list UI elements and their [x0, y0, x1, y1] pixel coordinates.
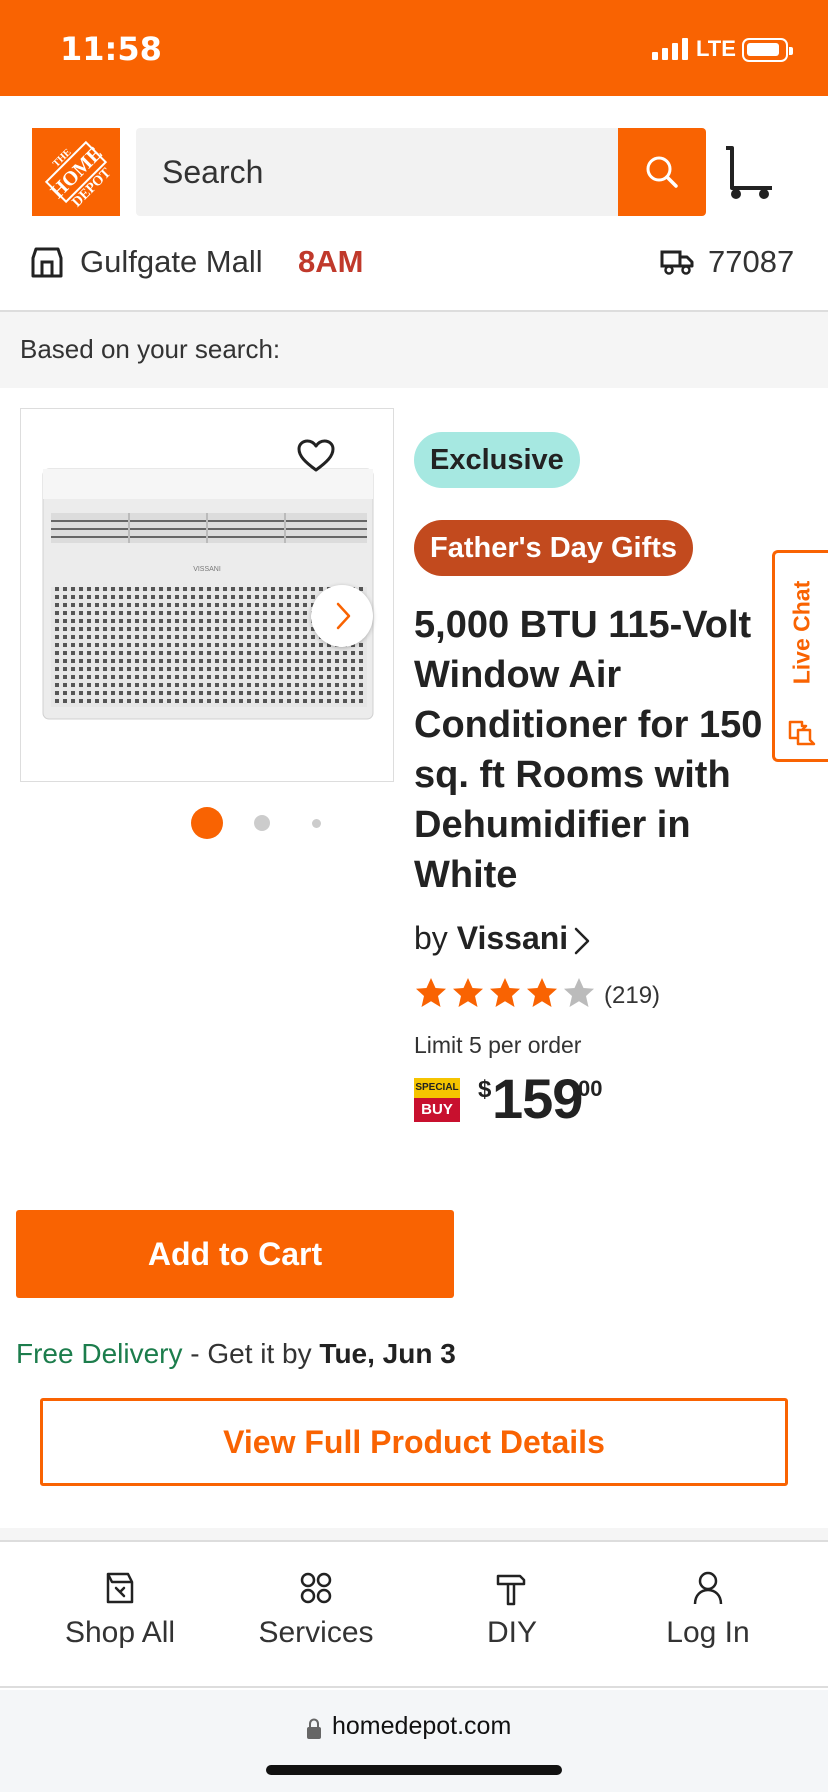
- special-buy-top: SPECIAL: [414, 1078, 460, 1098]
- based-on-label: Based on your search:: [20, 334, 281, 364]
- pagination-dot-active[interactable]: [191, 807, 223, 839]
- delivery-date: Tue, Jun 3: [319, 1338, 456, 1369]
- status-bar: 11:58 LTE: [0, 0, 828, 96]
- section-divider: [0, 1528, 828, 1542]
- product-card: VISSANI Exclusive Father's Day Gifts 5,0…: [0, 388, 828, 1528]
- special-buy-badge: SPECIAL BUY: [414, 1078, 460, 1122]
- star-filled-icon: [416, 978, 446, 1007]
- signal-icon: [652, 38, 688, 60]
- live-chat-label: Live Chat: [788, 580, 815, 685]
- nav-label: Services: [258, 1616, 374, 1649]
- search-icon: [646, 156, 678, 188]
- nav-services[interactable]: Services: [216, 1570, 416, 1670]
- delivery-text: - Get it by: [182, 1338, 320, 1369]
- star-filled-icon: [527, 978, 557, 1007]
- star-filled-icon: [490, 978, 520, 1007]
- brand-link[interactable]: by Vissani: [414, 920, 592, 957]
- purchase-limit: Limit 5 per order: [414, 1032, 582, 1058]
- brand-prefix: by: [414, 920, 448, 956]
- nav-diy[interactable]: DIY: [412, 1570, 612, 1670]
- pagination-dot[interactable]: [254, 815, 270, 831]
- nav-label: Log In: [666, 1616, 750, 1649]
- store-hours: 8AM: [298, 244, 364, 279]
- image-brand-text: VISSANI: [193, 566, 221, 573]
- truck-icon[interactable]: [660, 248, 694, 276]
- delivery-info: Free Delivery - Get it by Tue, Jun 3: [16, 1338, 456, 1370]
- next-image-button[interactable]: [311, 585, 373, 647]
- site-header: THE HOME DEPOT Gulfgate Mall 8AM: [0, 96, 828, 312]
- url-text: homedepot.com: [332, 1712, 512, 1740]
- review-count[interactable]: (219): [604, 982, 660, 1010]
- lock-icon: [307, 1718, 321, 1739]
- product-image[interactable]: VISSANI: [20, 408, 394, 782]
- brand-name: Vissani: [456, 920, 569, 956]
- store-icon[interactable]: [30, 246, 64, 278]
- home-depot-logo[interactable]: THE HOME DEPOT: [32, 128, 120, 216]
- nav-log-in[interactable]: Log In: [608, 1570, 808, 1670]
- live-chat-button[interactable]: Live Chat: [772, 550, 828, 762]
- network-label: LTE: [696, 36, 736, 61]
- status-time: 11:58: [60, 30, 162, 68]
- section-header: Based on your search:: [0, 312, 828, 388]
- pagination-dot[interactable]: [311, 818, 321, 828]
- cart-icon: [726, 146, 772, 199]
- store-row: Gulfgate Mall 8AM 77087: [0, 242, 828, 292]
- nav-label: DIY: [486, 1616, 537, 1649]
- view-full-details-button[interactable]: View Full Product Details: [40, 1398, 788, 1486]
- home-indicator[interactable]: [266, 1765, 562, 1775]
- search-input[interactable]: [162, 128, 602, 216]
- price-dollars: 159: [492, 1067, 583, 1130]
- store-name[interactable]: Gulfgate Mall: [80, 244, 263, 280]
- price-currency: $: [478, 1076, 492, 1103]
- search-button[interactable]: [618, 128, 706, 216]
- cart-button[interactable]: [722, 146, 774, 200]
- search-box: [136, 128, 620, 216]
- services-icon: [300, 1572, 332, 1604]
- nav-label: Shop All: [64, 1616, 176, 1649]
- chat-icon: [788, 720, 816, 746]
- add-to-cart-button[interactable]: Add to Cart: [16, 1210, 454, 1298]
- favorite-button[interactable]: [297, 439, 335, 473]
- browser-url-bar[interactable]: homedepot.com: [0, 1690, 828, 1792]
- image-pagination: [190, 806, 350, 840]
- free-delivery-label: Free Delivery: [16, 1338, 183, 1369]
- chevron-right-icon: [336, 602, 351, 630]
- shop-all-icon: [106, 1572, 134, 1604]
- promo-badge[interactable]: Father's Day Gifts: [414, 520, 694, 576]
- user-icon: [693, 1571, 723, 1605]
- bottom-nav: Shop All Services DIY Log In: [0, 1544, 828, 1688]
- price-cents: 00: [578, 1076, 603, 1101]
- delivery-zip[interactable]: 77087: [708, 244, 794, 280]
- exclusive-badge: Exclusive: [414, 432, 580, 488]
- product-title[interactable]: 5,000 BTU 115-Volt Window Air Conditione…: [414, 600, 804, 900]
- star-filled-icon: [453, 978, 483, 1007]
- nav-shop-all[interactable]: Shop All: [20, 1570, 220, 1670]
- battery-icon: [742, 38, 793, 62]
- rating-stars[interactable]: [414, 976, 596, 1010]
- star-empty-icon: [564, 978, 594, 1007]
- special-buy-bottom: BUY: [414, 1098, 460, 1122]
- hammer-icon: [496, 1574, 526, 1606]
- chevron-right-icon: [574, 927, 590, 954]
- heart-icon: [297, 439, 335, 472]
